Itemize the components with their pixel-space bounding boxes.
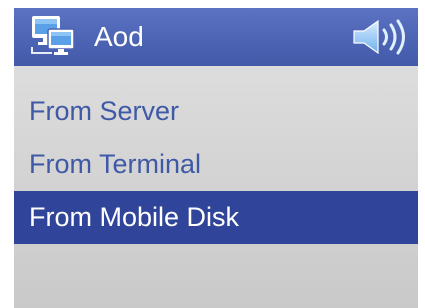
device-frame: Aod From Server From Terminal From Mobil… [0,0,425,308]
menu-item-from-mobile-disk[interactable]: From Mobile Disk [14,191,418,244]
menu-item-label: From Mobile Disk [29,202,240,232]
menu-item-label: From Server [29,96,180,126]
title-bar: Aod [14,8,418,66]
menu-item-label: From Terminal [29,149,202,179]
lcd-screen: Aod From Server From Terminal From Mobil… [14,8,418,308]
speaker-volume-icon[interactable] [352,19,410,55]
source-menu: From Server From Terminal From Mobile Di… [14,85,418,244]
page-title: Aod [94,21,144,52]
menu-item-from-terminal[interactable]: From Terminal [14,138,418,191]
menu-item-from-server[interactable]: From Server [14,85,418,138]
network-computers-icon [28,13,78,57]
